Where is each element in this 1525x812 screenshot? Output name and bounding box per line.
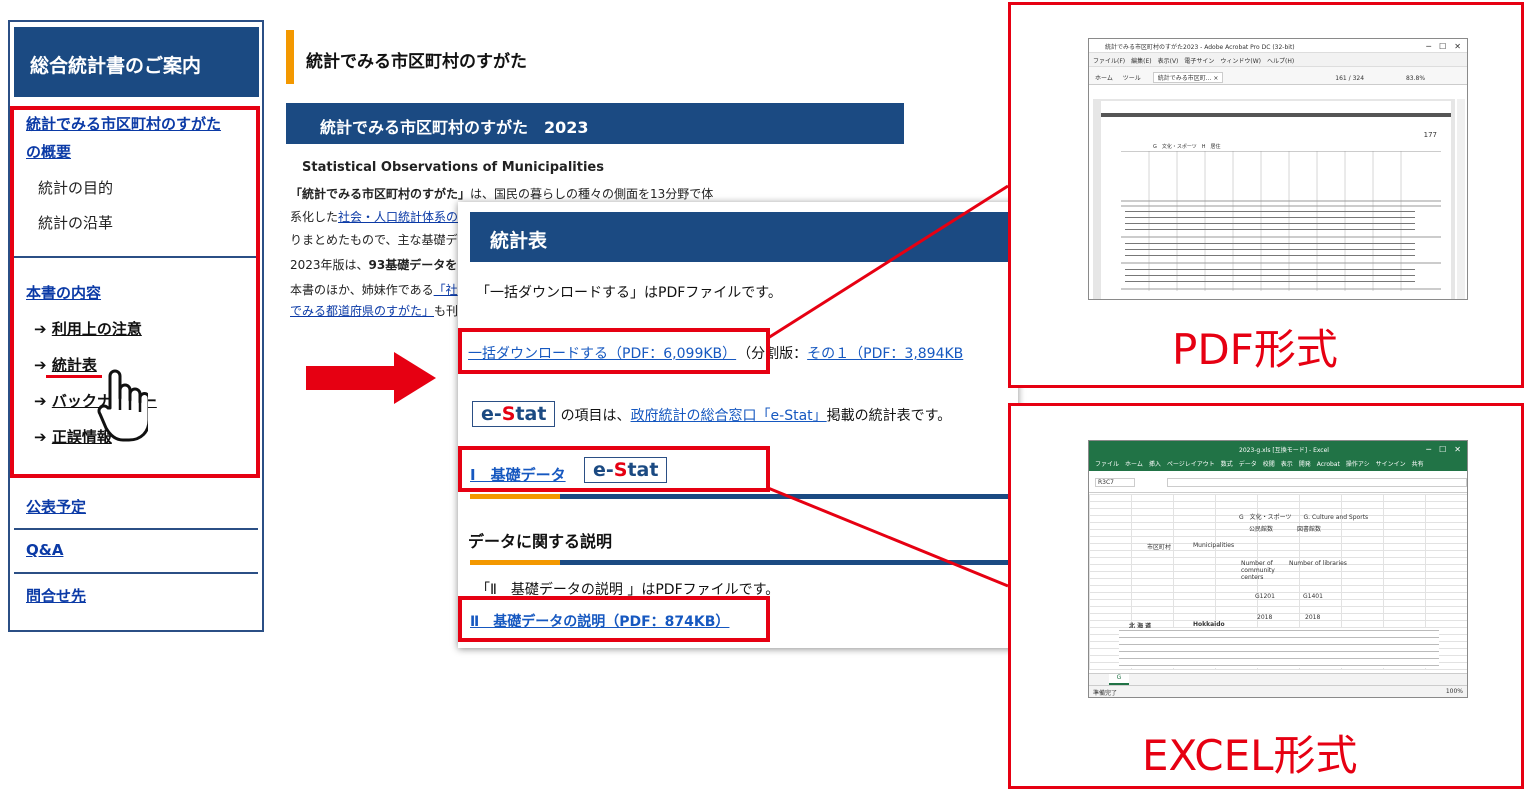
tab-tools[interactable]: ツール [1123, 75, 1141, 82]
col-municipality: 市区町村 [1147, 544, 1172, 551]
pdf-title-bar: 統計でみる市区町村のすがた2023 - Adobe Acrobat Pro DC… [1089, 39, 1467, 53]
sidebar-title: 総合統計書のご案内 [14, 27, 259, 97]
sheet-tabs: G [1089, 673, 1467, 685]
sidebar-highlight-frame [10, 106, 260, 478]
publication-banner: 統計でみる市区町村のすがた 2023 [286, 103, 904, 144]
pdf-page: 177 G 文化・スポーツ H 居住 [1101, 101, 1451, 299]
intro-bold: 93基礎データを [368, 258, 458, 272]
estat-logo-e: e- [481, 403, 502, 425]
estat-logo: e-Stat [472, 401, 556, 427]
big-arrow-body [306, 366, 396, 390]
pdf-tab-bar: ホーム ツール 統計でみる市区町... × 161 / 324 83.8% [1089, 67, 1467, 85]
pdf-window-title: 統計でみる市区町村のすがた2023 - Adobe Acrobat Pro DC… [1105, 44, 1295, 51]
excel-window: 2023-g.xls [互換モード] - Excel ─ ☐ ✕ ファイル ホー… [1088, 440, 1468, 698]
col-libraries: 図書館数 [1297, 526, 1322, 533]
section-title: G 文化・スポーツ H 居住 [1153, 144, 1221, 150]
tab-home[interactable]: ホーム [1095, 75, 1113, 82]
code-1: G1201 [1255, 593, 1275, 600]
intro-text: は、国民の暮らしの種々の側面を13分野で体 [470, 187, 714, 201]
estat-logo-s: S [501, 403, 516, 425]
cell-reference[interactable]: R3C7 [1095, 478, 1135, 487]
intro-line-6: でみる都道府県のすがた」も刊 [290, 302, 458, 319]
en-community-centers: Number of community centers [1241, 560, 1275, 581]
code-2: G1401 [1303, 593, 1323, 600]
zoom-level[interactable]: 100% [1446, 688, 1463, 695]
page-number: 177 [1423, 131, 1437, 139]
connector-lines [767, 184, 1009, 588]
pdf-menu-bar[interactable]: ファイル(F) 編集(E) 表示(V) 電子サイン ウィンドウ(W) ヘルプ(H… [1089, 53, 1467, 67]
excel-title-bar: 2023-g.xls [互換モード] - Excel ─ ☐ ✕ [1089, 441, 1467, 457]
formula-input[interactable] [1166, 478, 1467, 487]
intro-text: 本書のほか、姉妹作である [290, 283, 434, 297]
page-top-rule [1101, 113, 1451, 117]
excel-formula-bar: R3C7 [1089, 471, 1467, 493]
page-title: 統計でみる市区町村のすがた [306, 52, 527, 72]
excel-sheet-grid[interactable]: G 文化・スポーツ G. Culture and Sports 市区町村 Mun… [1089, 494, 1467, 670]
window-controls-icon[interactable]: ─ ☐ ✕ [1426, 444, 1461, 455]
data-rows [1119, 628, 1439, 668]
sidebar-item-contact[interactable]: 問合せ先 [26, 585, 86, 606]
year-1: 2018 [1257, 614, 1273, 621]
excel-ribbon[interactable]: ファイル ホーム 挿入 ページレイアウト 数式 データ 校閲 表示 開発 Acr… [1089, 457, 1467, 471]
bulk-note: 「一括ダウンロードする」はPDFファイルです。 [476, 285, 782, 301]
intro-line-4: 2023年版は、93基礎データを [290, 256, 457, 273]
title-accent-bar [286, 30, 294, 84]
data-explanation-heading: データに関する説明 [468, 532, 613, 551]
sheet-tab-g[interactable]: G [1109, 674, 1129, 685]
status-text: 準備完了 [1093, 690, 1118, 697]
intro-bold: 「統計でみる市区町村のすがた」 [290, 187, 471, 201]
estat-sentence-text: の項目は、 [560, 408, 631, 424]
intro-line-5: 本書のほか、姉妹作である「社 [290, 281, 458, 298]
pdf-scrollbar[interactable] [1457, 99, 1465, 299]
tab-document[interactable]: 統計でみる市区町... × [1152, 72, 1224, 83]
excel-status-bar: 準備完了 100% [1089, 685, 1467, 697]
intro-line-3: りまとめたもので、主な基礎デ [290, 233, 458, 247]
pdf-document-area: 177 G 文化・スポーツ H 居住 [1093, 99, 1455, 299]
col-municipalities: Municipalities [1193, 542, 1235, 549]
pdf-table-graphic [1121, 151, 1441, 291]
year-2: 2018 [1305, 614, 1321, 621]
big-arrow-right-icon [394, 352, 436, 404]
zoom-level[interactable]: 83.8% [1406, 75, 1425, 82]
basic-data-highlight [458, 446, 770, 492]
intro-text: 系化した [290, 210, 339, 224]
pdf-viewer-window: 統計でみる市区町村のすがた2023 - Adobe Acrobat Pro DC… [1088, 38, 1468, 300]
prefecture-pub-link[interactable]: でみる都道府県のすがた」 [290, 304, 434, 318]
sidebar-item-qa[interactable]: Q&A [26, 541, 63, 559]
subtitle-en: Statistical Observations of Municipaliti… [302, 160, 604, 175]
social-stats-link[interactable]: 社会・人口統計体系の [338, 210, 458, 224]
sidebar-divider [14, 528, 258, 530]
page-indicator[interactable]: 161 / 324 [1335, 75, 1364, 82]
sidebar-divider [14, 572, 258, 574]
estat-logo-tat: tat [515, 403, 547, 425]
pdf-format-label: PDF形式 [1172, 325, 1338, 374]
intro-text: も刊 [434, 304, 459, 318]
sidebar-item-schedule[interactable]: 公表予定 [26, 496, 86, 517]
excel-window-title: 2023-g.xls [互換モード] - Excel [1239, 447, 1329, 454]
sister-pub-link[interactable]: 「社 [434, 283, 458, 297]
col-community-centers: 公民館数 [1249, 526, 1274, 533]
sheet-title: G 文化・スポーツ G. Culture and Sports [1239, 514, 1369, 521]
explanation-highlight [458, 596, 770, 642]
en-libraries: Number of libraries [1289, 560, 1347, 567]
intro-text: 2023年版は、 [290, 258, 369, 272]
row-hokkaido-en: Hokkaido [1193, 621, 1225, 628]
intro-line-1: 「統計でみる市区町村のすがた」は、国民の暮らしの種々の側面を13分野で体 [290, 185, 713, 202]
bulk-download-highlight [458, 328, 770, 374]
window-controls-icon[interactable]: ─ ☐ ✕ [1426, 41, 1461, 52]
intro-line-2: 系化した社会・人口統計体系の [290, 208, 458, 225]
excel-format-label: EXCEL形式 [1142, 731, 1358, 780]
